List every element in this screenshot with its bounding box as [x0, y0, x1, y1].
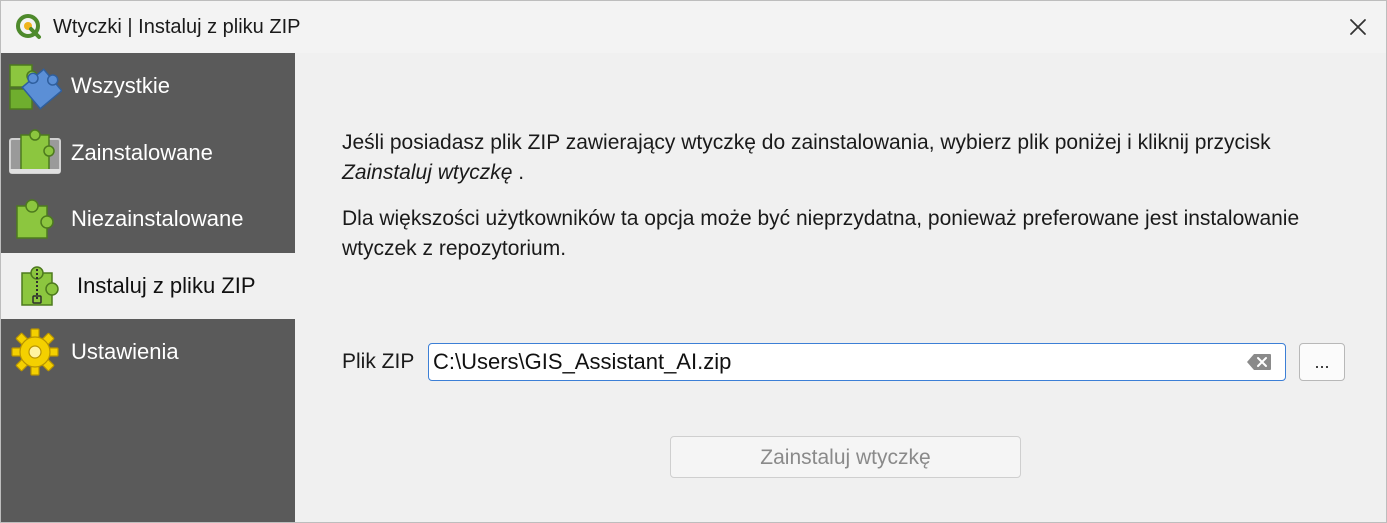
- sidebar: Wszystkie Zainstalowane Niezainstalowane: [1, 53, 295, 522]
- qgis-logo-icon: [16, 14, 41, 39]
- puzzle-all-icon: [9, 64, 62, 110]
- sidebar-item-installed[interactable]: Zainstalowane: [1, 120, 295, 186]
- zip-file-label: Plik ZIP: [342, 350, 415, 373]
- clear-text-icon[interactable]: [1246, 353, 1272, 371]
- main-panel: Jeśli posiadasz plik ZIP zawierający wty…: [295, 53, 1386, 522]
- zip-file-input[interactable]: [433, 346, 1233, 378]
- intro-paragraph: Jeśli posiadasz plik ZIP zawierający wty…: [342, 128, 1352, 188]
- puzzle-zip-icon: [21, 266, 59, 306]
- sidebar-item-all[interactable]: Wszystkie: [1, 53, 295, 119]
- puzzle-installed-icon: [9, 129, 61, 174]
- gear-icon: [11, 328, 59, 376]
- browse-button[interactable]: ...: [1299, 343, 1345, 381]
- sidebar-item-label: Niezainstalowane: [71, 206, 244, 231]
- sidebar-item-label: Wszystkie: [71, 73, 170, 98]
- close-icon[interactable]: [1344, 13, 1372, 41]
- window-title: Wtyczki | Instaluj z pliku ZIP: [53, 16, 301, 38]
- sidebar-item-settings[interactable]: Ustawienia: [1, 319, 295, 385]
- note-paragraph: Dla większości użytkowników ta opcja moż…: [342, 204, 1352, 264]
- title-bar: Wtyczki | Instaluj z pliku ZIP: [1, 1, 1386, 53]
- sidebar-item-label: Ustawienia: [71, 339, 179, 364]
- sidebar-item-label: Zainstalowane: [71, 140, 213, 165]
- intro-end-text: .: [512, 161, 525, 184]
- sidebar-item-install-zip[interactable]: Instaluj z pliku ZIP: [1, 253, 295, 319]
- sidebar-item-label: Instaluj z pliku ZIP: [77, 273, 256, 298]
- sidebar-item-not-installed[interactable]: Niezainstalowane: [1, 186, 295, 252]
- intro-text: Jeśli posiadasz plik ZIP zawierający wty…: [342, 131, 1271, 154]
- plugins-dialog: Wtyczki | Instaluj z pliku ZIP Wszystkie: [0, 0, 1387, 523]
- install-plugin-button[interactable]: Zainstaluj wtyczkę: [670, 436, 1021, 478]
- puzzle-not-installed-icon: [16, 199, 54, 239]
- zip-file-field[interactable]: [428, 343, 1286, 381]
- intro-action-text: Zainstaluj wtyczkę: [342, 161, 513, 184]
- note-text: Dla większości użytkowników ta opcja moż…: [342, 207, 1300, 260]
